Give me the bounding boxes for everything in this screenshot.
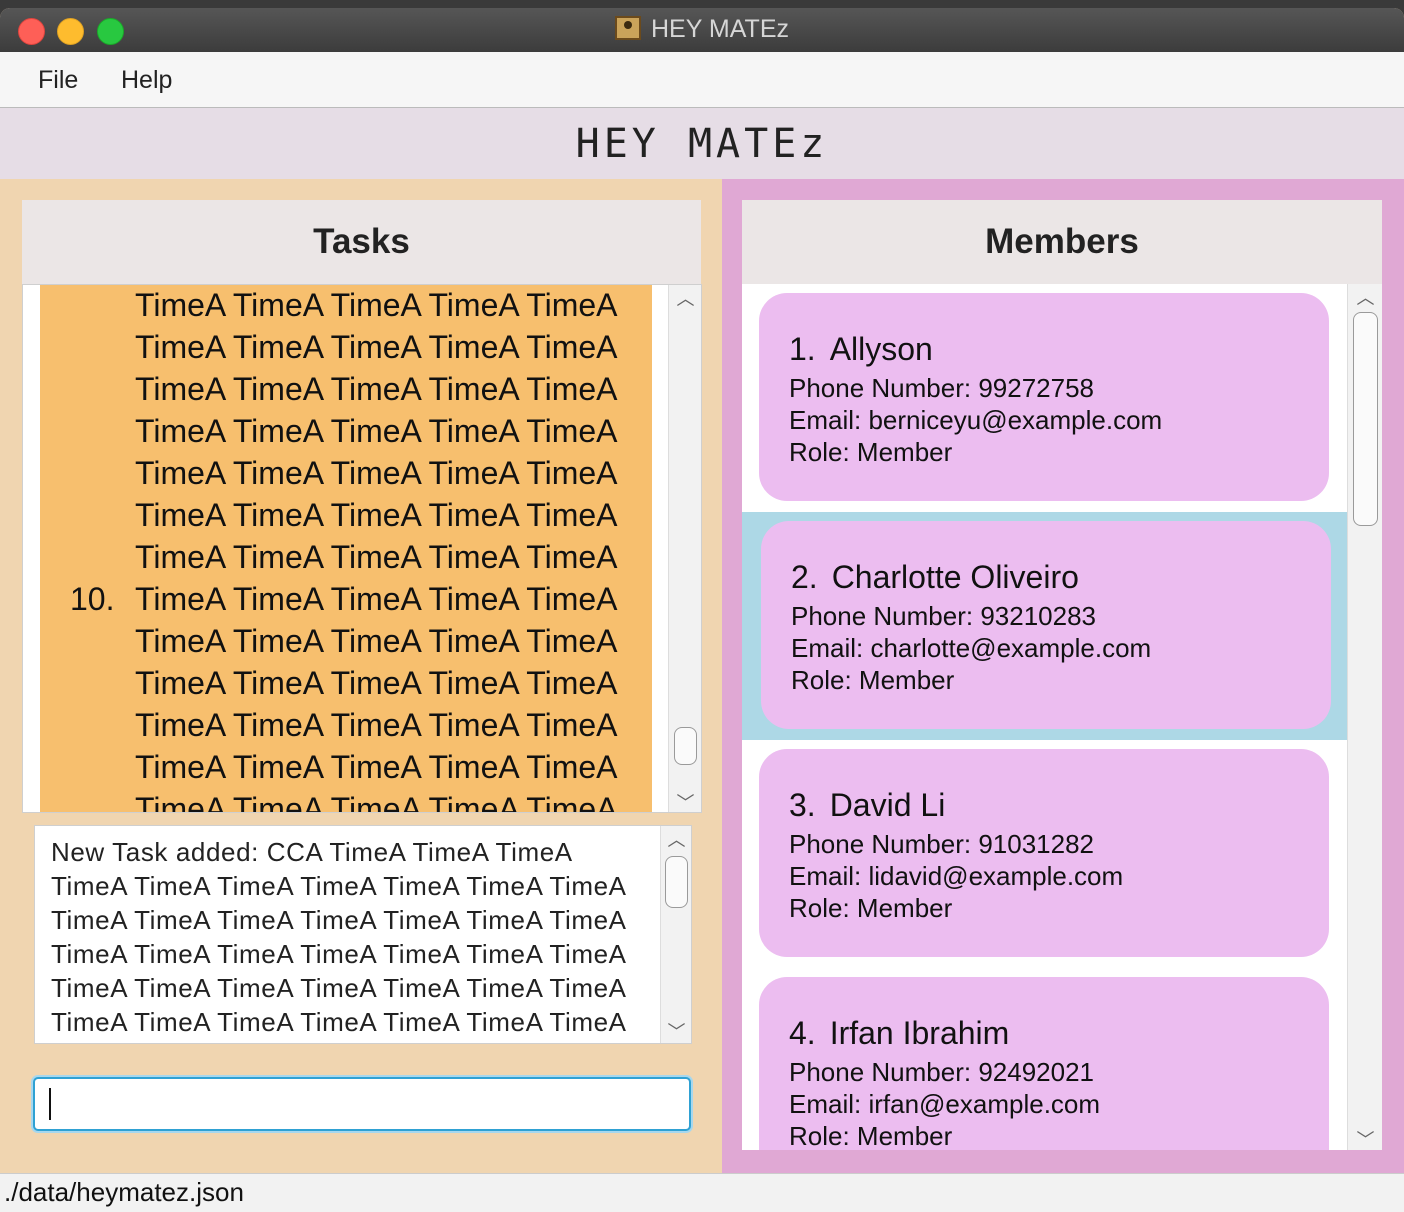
task-text-line: TimeA TimeA TimeA TimeA TimeA <box>135 539 618 575</box>
window-title-text: HEY MATEz <box>651 15 789 43</box>
task-text-line: TimeA TimeA TimeA TimeA TimeA <box>135 581 618 617</box>
member-name-text: David Li <box>829 787 946 823</box>
member-row[interactable]: 2. Charlotte Oliveiro Phone Number: 932102… <box>742 512 1347 740</box>
title-bar: HEY MATEz <box>0 8 1404 53</box>
result-text-line: TimeA TimeA TimeA TimeA TimeA TimeA Time… <box>51 939 627 969</box>
result-scroll-thumb[interactable] <box>665 856 688 908</box>
member-phone: Phone Number: 93210283 <box>791 601 1097 631</box>
member-index: 3. <box>789 787 816 823</box>
result-text-line: TimeA TimeA TimeA TimeA TimeA TimeA Time… <box>51 973 627 1003</box>
result-scrollbar[interactable]: ︿ ﹀ <box>660 826 691 1043</box>
member-row[interactable]: 4. Irfan Ibrahim Phone Number: 92492021 Ema… <box>742 968 1347 1150</box>
member-name: 3. David Li <box>789 787 945 824</box>
tasks-panel-title: Tasks <box>22 200 701 284</box>
member-row[interactable]: 1. Allyson Phone Number: 99272758 Email: be… <box>742 284 1347 512</box>
members-pane: Members 4. Irfan Ibrahim Phone Number: 924… <box>722 179 1404 1173</box>
scroll-up-arrow-icon[interactable]: ︿ <box>1348 284 1382 310</box>
members-panel-title: Members <box>742 200 1382 284</box>
task-text-line: TimeA TimeA TimeA TimeA TimeA <box>135 329 618 365</box>
task-text-line: TimeA TimeA TimeA TimeA TimeA <box>135 791 618 812</box>
save-location: ./data/heymatez.json <box>4 1177 244 1207</box>
member-role: Role: Member <box>789 1121 953 1150</box>
scroll-up-arrow-icon[interactable]: ︿ <box>669 285 701 311</box>
member-card[interactable]: 3. David Li Phone Number: 91031282 Email: l… <box>759 749 1329 957</box>
member-email: Email: berniceyu@example.com <box>789 405 1163 435</box>
task-text-line: TimeA TimeA TimeA TimeA TimeA <box>135 749 618 785</box>
app-icon <box>615 16 641 40</box>
member-card[interactable]: 2. Charlotte Oliveiro Phone Number: 932102… <box>761 521 1331 729</box>
member-list-scroll-thumb[interactable] <box>1353 312 1378 526</box>
member-email: Email: lidavid@example.com <box>789 861 1124 891</box>
task-list-scrollbar[interactable]: ︿ ﹀ <box>668 285 701 812</box>
text-caret <box>49 1088 51 1120</box>
result-display[interactable]: New Task added: CCA TimeA TimeA TimeA Tim… <box>34 825 692 1044</box>
task-text-line: TimeA TimeA TimeA TimeA TimeA <box>135 287 618 323</box>
task-list[interactable]: TimeA TimeA TimeA TimeA TimeA TimeA TimeA… <box>22 284 702 813</box>
member-role: Role: Member <box>791 665 955 695</box>
task-text-line: TimeA TimeA TimeA TimeA TimeA <box>135 623 618 659</box>
menu-file[interactable]: File <box>38 66 78 95</box>
status-bar: ./data/heymatez.json <box>0 1173 1404 1212</box>
task-card[interactable]: TimeA TimeA TimeA TimeA TimeA TimeA TimeA… <box>40 285 652 812</box>
member-role: Role: Member <box>789 437 953 467</box>
result-text-line: New Task added: CCA TimeA TimeA TimeA <box>51 837 573 867</box>
scroll-up-arrow-icon[interactable]: ︿ <box>661 826 691 852</box>
app-header-title: HEY MATEz <box>575 121 829 167</box>
member-card[interactable]: 1. Allyson Phone Number: 99272758 Email: be… <box>759 293 1329 501</box>
scroll-down-arrow-icon[interactable]: ﹀ <box>661 1018 691 1043</box>
member-phone: Phone Number: 91031282 <box>789 829 1095 859</box>
member-list-scrollbar[interactable]: ︿ ﹀ <box>1347 284 1382 1150</box>
member-name-text: Allyson <box>829 331 933 367</box>
scroll-down-arrow-icon[interactable]: ﹀ <box>669 789 701 812</box>
member-role: Role: Member <box>789 893 953 923</box>
command-input[interactable] <box>33 1077 691 1131</box>
member-phone: Phone Number: 99272758 <box>789 373 1095 403</box>
member-email: Email: charlotte@example.com <box>791 633 1152 663</box>
member-index: 4. <box>789 1015 816 1051</box>
result-text-line: TimeA TimeA TimeA TimeA TimeA TimeA Time… <box>51 871 627 901</box>
result-text-line: TimeA TimeA TimeA TimeA TimeA TimeA Time… <box>51 1007 627 1037</box>
member-card[interactable]: 4. Irfan Ibrahim Phone Number: 92492021 Ema… <box>759 977 1329 1150</box>
tasks-pane: Tasks TimeA TimeA TimeA TimeA TimeA TimeA… <box>0 179 722 1173</box>
task-list-scroll-thumb[interactable] <box>674 727 697 765</box>
member-name-text: Irfan Ibrahim <box>829 1015 1010 1051</box>
task-text-line: TimeA TimeA TimeA TimeA TimeA <box>135 371 618 407</box>
member-name: 2. Charlotte Oliveiro <box>791 559 1079 596</box>
menu-help[interactable]: Help <box>121 66 172 95</box>
member-email: Email: irfan@example.com <box>789 1089 1101 1119</box>
menu-bar: File Help <box>0 52 1404 108</box>
member-phone: Phone Number: 92492021 <box>789 1057 1095 1087</box>
member-row[interactable]: 3. David Li Phone Number: 91031282 Email: l… <box>742 740 1347 968</box>
task-text-line: TimeA TimeA TimeA TimeA TimeA <box>135 665 618 701</box>
task-index: 10. <box>70 581 115 617</box>
task-text-line: TimeA TimeA TimeA TimeA TimeA <box>135 497 618 533</box>
task-text-line: TimeA TimeA TimeA TimeA TimeA <box>135 455 618 491</box>
member-list[interactable]: 4. Irfan Ibrahim Phone Number: 92492021 Ema… <box>742 284 1382 1150</box>
member-index: 2. <box>791 559 818 595</box>
window-title: HEY MATEz <box>0 15 1404 44</box>
app-header: HEY MATEz <box>0 108 1404 179</box>
member-index: 1. <box>789 331 816 367</box>
member-name: 1. Allyson <box>789 331 933 368</box>
member-name: 4. Irfan Ibrahim <box>789 1015 1009 1052</box>
scroll-down-arrow-icon[interactable]: ﹀ <box>1348 1126 1382 1150</box>
app-window: HEY MATEz File Help HEY MATEz Tasks Time… <box>0 8 1404 1212</box>
task-text-line: TimeA TimeA TimeA TimeA TimeA <box>135 707 618 743</box>
member-name-text: Charlotte Oliveiro <box>831 559 1079 595</box>
result-text-line: TimeA TimeA TimeA TimeA TimeA TimeA Time… <box>51 905 627 935</box>
task-text-line: TimeA TimeA TimeA TimeA TimeA <box>135 413 618 449</box>
